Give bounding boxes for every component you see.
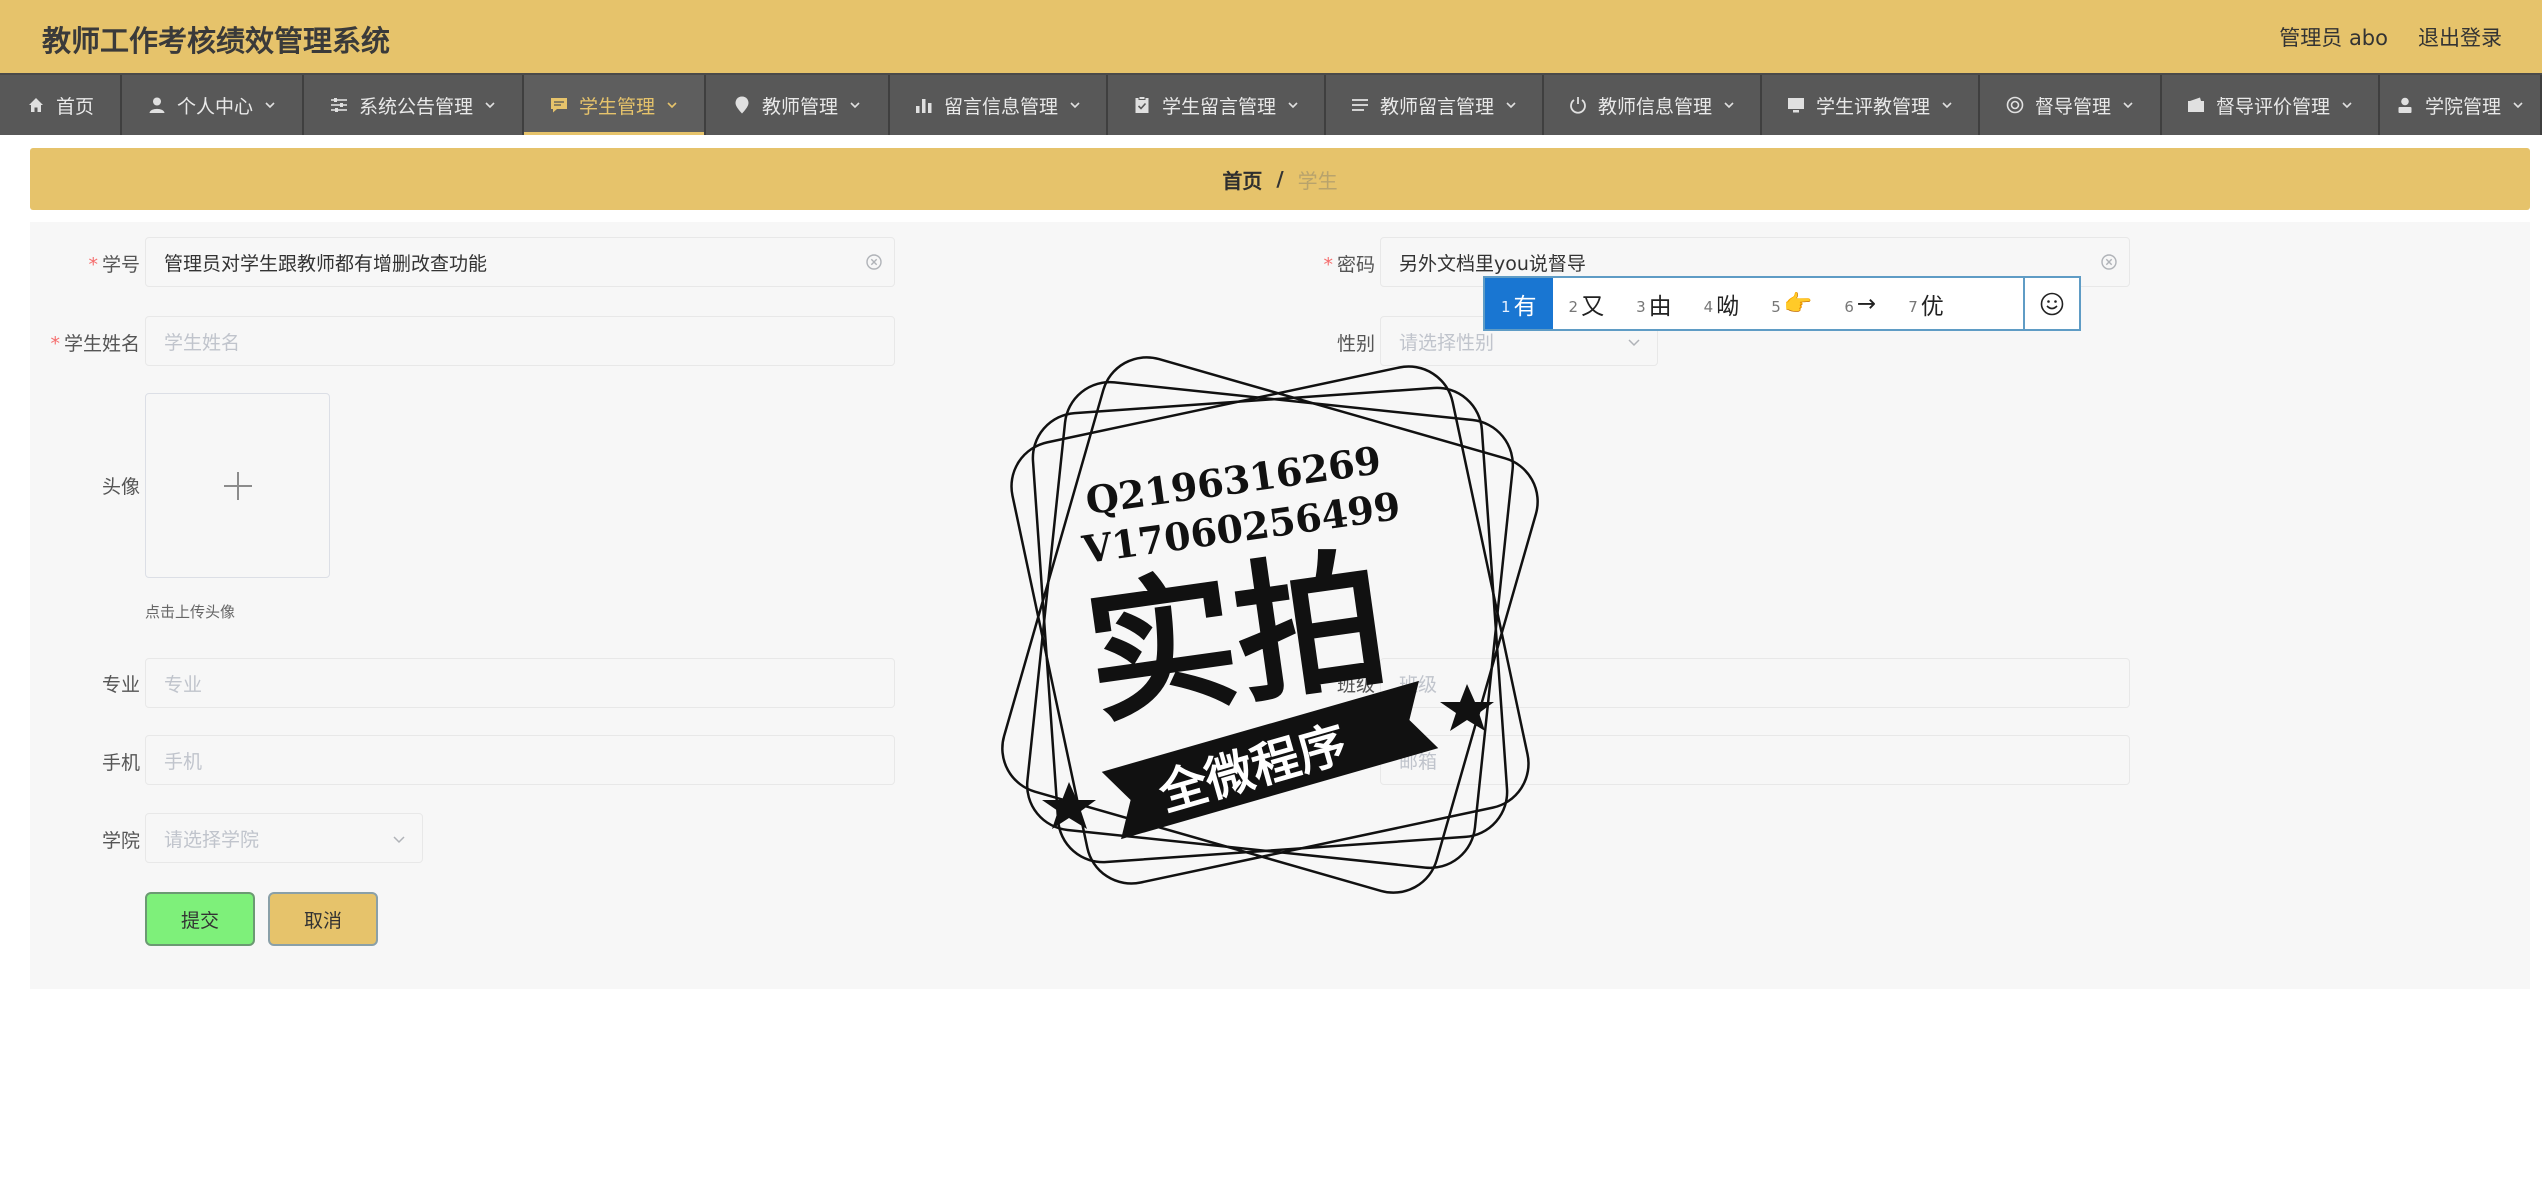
nav-label: 个人中心 (176, 95, 253, 118)
top-header: 教师工作考核绩效管理系统 管理员 abo 退出登录 (0, 0, 2542, 73)
user-box: 管理员 abo 退出登录 (2279, 22, 2502, 52)
ime-candidate[interactable]: 3由 (1620, 278, 1688, 329)
nav-personal-center[interactable]: 个人中心 (122, 75, 304, 135)
nav-teacher-info[interactable]: 教师信息管理 (1544, 75, 1762, 135)
class-label: 班级 (1336, 674, 1375, 696)
nav-announcement[interactable]: 系统公告管理 (304, 75, 524, 135)
student-id-label: * 学号 (88, 254, 140, 276)
submit-button[interactable]: 提交 (145, 892, 255, 946)
class-input[interactable]: 班级 (1380, 658, 2130, 708)
student-name-label: * 学生姓名 (50, 333, 140, 355)
chat-icon (549, 95, 569, 115)
nav-teacher-management[interactable]: 教师管理 (706, 75, 890, 135)
avatar-upload-hint: 点击上传头像 (145, 603, 236, 621)
nav-label: 学生管理 (578, 95, 655, 118)
wallet-icon (2186, 95, 2206, 115)
nav-college-management[interactable]: 学院管理 (2380, 75, 2542, 135)
ime-candidate[interactable]: 5 👉 (1755, 278, 1828, 329)
phone-input[interactable]: 手机 (145, 735, 895, 785)
clear-icon[interactable] (2099, 252, 2119, 272)
nav-label: 学生评教管理 (1815, 95, 1930, 118)
student-form: * 学号 管理员对学生跟教师都有增删改查功能 * 密码 另外文档里you说督导 * 学… (30, 222, 2530, 989)
ime-candidate[interactable]: 6 → (1828, 278, 1892, 329)
smiley-icon (2040, 292, 2064, 315)
ime-candidate[interactable]: 7优 (1892, 278, 1960, 329)
nav-supervisor-evaluation[interactable]: 督导评价管理 (2162, 75, 2380, 135)
nav-home[interactable]: 首页 (0, 75, 122, 135)
nav-label: 教师信息管理 (1597, 95, 1712, 118)
password-label: * 密码 (1323, 254, 1375, 276)
ime-candidate[interactable]: 4呦 (1688, 278, 1756, 329)
major-input[interactable]: 专业 (145, 658, 895, 708)
location-icon (732, 95, 752, 115)
person-icon (2395, 95, 2415, 115)
home-icon (26, 95, 46, 115)
monitor-icon (1786, 95, 1806, 115)
ime-candidate[interactable]: 2又 (1553, 278, 1621, 329)
college-select[interactable]: 请选择学院 (145, 813, 423, 863)
student-id-input[interactable]: 管理员对学生跟教师都有增删改查功能 (145, 237, 895, 287)
user-icon (147, 95, 167, 115)
chevron-down-icon (1286, 98, 1300, 112)
sliders-icon (329, 95, 349, 115)
clear-icon[interactable] (864, 252, 884, 272)
plus-icon (223, 471, 252, 500)
breadcrumb: 首页 / 学生 (30, 148, 2530, 210)
chevron-down-icon (2121, 98, 2135, 112)
ime-candidate-bar: 1有 2又 3由 4呦 5 👉 6 → 7优 (1483, 276, 2081, 331)
gender-label: 性别 (1336, 333, 1375, 355)
chevron-down-icon (848, 98, 862, 112)
chevron-down-icon (1628, 339, 1640, 347)
emoji-button[interactable] (2023, 278, 2079, 329)
chevron-down-icon (1940, 98, 1954, 112)
logout-link[interactable]: 退出登录 (2418, 22, 2502, 52)
bar-chart-icon (914, 95, 934, 115)
nav-label: 学院管理 (2424, 95, 2501, 118)
breadcrumb-separator: / (1276, 167, 1284, 191)
cancel-button[interactable]: 取消 (268, 892, 378, 946)
nav-student-message[interactable]: 学生留言管理 (1108, 75, 1326, 135)
main-nav: 首页 个人中心 系统公告管理 学生管理 教师管理 留言信息管理 学生留言管理 教… (0, 73, 2542, 135)
nav-label: 督导评价管理 (2215, 95, 2330, 118)
nav-label: 留言信息管理 (943, 95, 1058, 118)
breadcrumb-home[interactable]: 首页 (1222, 165, 1262, 194)
nav-label: 教师留言管理 (1379, 95, 1494, 118)
nav-teacher-message[interactable]: 教师留言管理 (1326, 75, 1544, 135)
current-user-label: 管理员 abo (2279, 26, 2388, 50)
clipboard-icon (1132, 95, 1152, 115)
college-label: 学院 (101, 830, 140, 852)
app-title: 教师工作考核绩效管理系统 (42, 24, 391, 58)
nav-student-evaluation[interactable]: 学生评教管理 (1762, 75, 1980, 135)
chevron-down-icon (393, 836, 405, 844)
nav-student-management[interactable]: 学生管理 (524, 75, 706, 135)
chevron-down-icon (2511, 98, 2525, 112)
nav-label: 教师管理 (761, 95, 838, 118)
chevron-down-icon (2340, 98, 2354, 112)
nav-label: 首页 (55, 95, 94, 118)
chevron-down-icon (263, 98, 277, 112)
chevron-down-icon (483, 98, 497, 112)
nav-message-management[interactable]: 留言信息管理 (890, 75, 1108, 135)
nav-label: 学生留言管理 (1161, 95, 1276, 118)
avatar-upload[interactable] (145, 393, 330, 578)
avatar-label: 头像 (101, 476, 140, 498)
student-name-input[interactable]: 学生姓名 (145, 316, 895, 366)
power-icon (1568, 95, 1588, 115)
list-icon (1350, 95, 1370, 115)
phone-label: 手机 (101, 752, 140, 774)
lifebuoy-icon (2005, 95, 2025, 115)
chevron-down-icon (1068, 98, 1082, 112)
chevron-down-icon (1722, 98, 1736, 112)
breadcrumb-current: 学生 (1297, 168, 1338, 193)
ime-candidate[interactable]: 1有 (1485, 278, 1553, 329)
nav-label: 系统公告管理 (358, 95, 473, 118)
major-label: 专业 (101, 674, 140, 696)
chevron-down-icon (665, 98, 679, 112)
nav-supervisor-management[interactable]: 督导管理 (1980, 75, 2162, 135)
email-input[interactable]: 邮箱 (1380, 735, 2130, 785)
chevron-down-icon (1504, 98, 1518, 112)
nav-label: 督导管理 (2034, 95, 2111, 118)
